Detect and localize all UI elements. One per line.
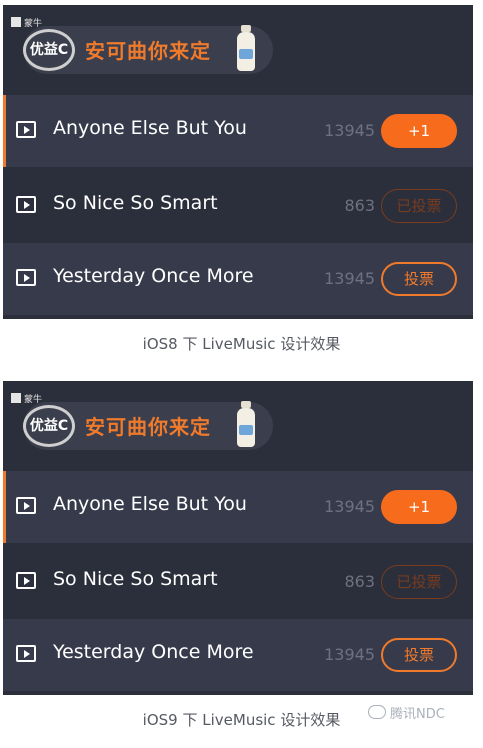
bottle-icon [237,401,255,447]
song-row[interactable]: Anyone Else But You 13945 +1 [3,95,473,167]
voted-button: 已投票 [381,565,457,599]
livemusic-panel-ios9: 蒙牛 优益C 安可曲你来定 Anyone Else But You 13945 … [3,381,473,695]
slogan: 安可曲你来定 [85,39,211,63]
vote-count: 13945 [324,269,375,288]
play-icon[interactable] [16,645,36,662]
vote-button[interactable]: 投票 [381,638,457,672]
song-title: So Nice So Smart [53,568,218,590]
logo: 优益C [23,29,75,71]
song-row[interactable]: So Nice So Smart 863 已投票 [3,546,473,618]
play-icon[interactable] [16,121,36,138]
vote-count: 13945 [324,497,375,516]
bottle-icon [237,25,255,71]
slogan: 安可曲你来定 [85,415,211,439]
play-icon[interactable] [16,196,36,213]
logo: 优益C [23,405,75,447]
song-title: Anyone Else But You [53,493,247,515]
plus-one-button[interactable]: +1 [381,490,457,524]
song-row[interactable]: Anyone Else But You 13945 +1 [3,471,473,543]
song-title: Yesterday Once More [53,265,254,287]
watermark-text: 腾讯NDC [390,707,445,722]
song-row[interactable]: Yesterday Once More 13945 投票 [3,619,473,691]
vote-count: 13945 [324,645,375,664]
watermark: 腾讯NDC [368,703,445,722]
selected-indicator [3,95,6,167]
caption-ios8: iOS8 下 LiveMusic 设计效果 [142,335,341,353]
voted-button: 已投票 [381,189,457,223]
song-row[interactable]: So Nice So Smart 863 已投票 [3,170,473,242]
song-title: So Nice So Smart [53,192,218,214]
song-row[interactable]: Yesterday Once More 13945 投票 [3,243,473,315]
livemusic-panel-ios8: 蒙牛 优益C 安可曲你来定 Anyone Else But You 13945 … [3,5,473,319]
song-title: Anyone Else But You [53,117,247,139]
play-icon[interactable] [16,497,36,514]
panel-header: 蒙牛 优益C 安可曲你来定 [3,381,473,471]
panel-header: 蒙牛 优益C 安可曲你来定 [3,5,473,95]
song-title: Yesterday Once More [53,641,254,663]
play-icon[interactable] [16,572,36,589]
vote-count: 863 [344,196,375,215]
play-icon[interactable] [16,269,36,286]
vote-count: 863 [344,572,375,591]
selected-indicator [3,471,6,543]
plus-one-button[interactable]: +1 [381,114,457,148]
vote-count: 13945 [324,121,375,140]
wechat-icon [368,705,386,719]
vote-button[interactable]: 投票 [381,262,457,296]
